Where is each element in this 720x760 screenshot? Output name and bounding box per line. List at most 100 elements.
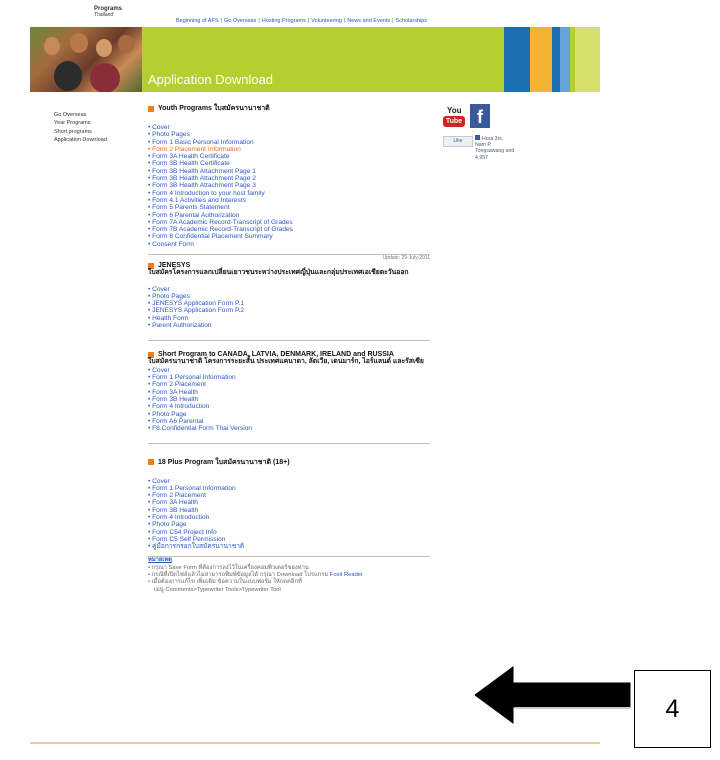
leftnav-year-programs[interactable]: Year Programs (54, 119, 107, 127)
leftnav-short-programs[interactable]: Short programs (54, 128, 107, 136)
form-link-item[interactable]: Form A6 Parental (148, 418, 430, 425)
form-link-item[interactable]: JENESYS Application Form P.2 (148, 307, 430, 314)
plus18-heading: 18 Plus Program ใบสมัครนานาชาติ (18+) (148, 457, 430, 468)
form-link-item[interactable]: Cover (148, 478, 430, 485)
note-line: • เมื่อต้องการแก้ไข เพิ่มเติม ข้อความในแ… (148, 579, 302, 586)
topnav-beginning[interactable]: Beginning of AFS (176, 18, 219, 24)
form-link-item[interactable]: Form C54 Project Info (148, 529, 430, 536)
form-link-item[interactable]: Form 3B Health Attachment Page 1 (148, 168, 430, 175)
footer-line (30, 742, 600, 744)
top-navigation: Beginning of AFS | Go Overseas | Hosting Pro… (176, 18, 427, 24)
form-link-item[interactable]: Form 3B Health (148, 507, 430, 514)
youtube-icon[interactable]: You Tube (443, 106, 467, 128)
plus18-forms-list: CoverForm 1 Personal InformationForm 2 P… (148, 478, 430, 551)
form-link-item[interactable]: Parent Authorization (148, 322, 430, 329)
orange-square-icon (148, 105, 154, 112)
afs-logo[interactable]: Programs Thailand (94, 6, 122, 18)
form-link-item[interactable]: Form 3B Health Attachment Page 3 (148, 182, 430, 189)
update-date: Update: 29-July-2011 (382, 255, 430, 262)
note-line: • กรุณา Save Form ที่ต้องการลงไว้ในเครื่… (148, 564, 309, 571)
orange-square-icon (148, 262, 154, 269)
facebook-like-button[interactable]: Like (443, 136, 473, 147)
topnav-news[interactable]: News and Events (347, 18, 390, 24)
jenesys-heading: JENESYS (148, 262, 430, 269)
form-link-item[interactable]: Cover (148, 286, 430, 293)
main-content: Youth Programs ใบสมัครนานาชาติ CoverPhot… (148, 103, 430, 594)
banner-stripe (575, 27, 600, 92)
leftnav-application-download[interactable]: Application Download (54, 136, 107, 144)
form-link-item[interactable]: Form 6 Parental Authorization (148, 212, 430, 219)
orange-square-icon (148, 351, 154, 358)
form-link-item[interactable]: F8 Confidential Form Thai Version (148, 425, 430, 432)
form-link-item[interactable]: Form 8 Confidential Placement Summary (148, 233, 430, 240)
form-link-item[interactable]: Form 3B Health (148, 396, 430, 403)
facebook-fans-text: Hora 3rs, Nam P. Tongsawang and 4,957 (475, 135, 515, 161)
form-link-item[interactable]: Form 4 Introduction (148, 403, 430, 410)
form-link-item[interactable]: Form 7A Academic Record-Transcript of Gr… (148, 219, 430, 226)
banner-stripe (560, 27, 570, 92)
youtube-you-text: You (447, 106, 462, 115)
plus18-title: 18 Plus Program ใบสมัครนานาชาติ (18+) (158, 458, 290, 466)
form-link-item[interactable]: Health Form (148, 315, 430, 322)
short-thai-title: ใบสมัครนานาชาติ โครงการระยะสั้น ประเทศแค… (148, 358, 424, 366)
note-save-form: กรุณา Save Form ที่ต้องการลงไว้ในเครื่อง… (151, 564, 309, 571)
form-link-item[interactable]: Photo Pages (148, 131, 430, 138)
form-link-item[interactable]: Form 4.1 Activities and Interests (148, 197, 430, 204)
form-link-item[interactable]: Form 5 Parents Statement (148, 204, 430, 211)
topnav-scholarships[interactable]: Scholarships (396, 18, 428, 24)
page-title: Application Download (148, 72, 274, 87)
form-link-item[interactable]: Form 1 Personal Information (148, 485, 430, 492)
form-link-item[interactable]: Form 3A Health (148, 499, 430, 506)
leftnav-go-overseas[interactable]: Go Overseas (54, 111, 107, 119)
jenesys-title: JENESYS (158, 262, 191, 270)
form-link-item[interactable]: คู่มือการกรอกใบสมัครนานาชาติ (148, 543, 430, 550)
left-navigation: Go Overseas Year Programs Short programs… (54, 111, 107, 144)
youth-programs-heading: Youth Programs ใบสมัครนานาชาติ (148, 103, 430, 114)
youth-title: Youth Programs ใบสมัครนานาชาติ (158, 105, 270, 112)
facebook-icon[interactable]: f (470, 104, 490, 128)
form-link-item[interactable]: Form 3B Health Certificate (148, 160, 430, 167)
jenesys-forms-list: CoverPhoto PagesJENESYS Application Form… (148, 286, 430, 330)
students-photo (30, 27, 142, 92)
form-link-item[interactable]: Form 2 Placement (148, 381, 430, 388)
form-link-item[interactable]: Consent Form (148, 241, 430, 248)
foxit-reader-link[interactable]: Foxit Reader (330, 572, 363, 578)
youtube-tube-text: Tube (443, 116, 465, 127)
form-link-item[interactable]: Form 4 Introduction to your host family (148, 190, 430, 197)
header-banner: Application Download (30, 27, 600, 92)
topnav-go-overseas[interactable]: Go Overseas (224, 18, 256, 24)
orange-square-icon (148, 459, 154, 465)
form-link-item[interactable]: Form 3A Health (148, 389, 430, 396)
banner-stripe (530, 27, 552, 92)
note-download: กรณีที่เปิดไฟล์แล้วไม่สามารถพิมพ์ข้อมูลไ… (151, 572, 329, 579)
form-link-item[interactable]: Form 3A Health Certificate (148, 153, 430, 160)
form-link-item[interactable]: Form 1 Basic Personal Information (148, 139, 430, 146)
callout-number-box: 4 (634, 670, 711, 748)
form-link-item[interactable]: Cover (148, 124, 430, 131)
left-arrow-icon (474, 665, 635, 730)
form-link-item[interactable]: Form 2 Placement (148, 492, 430, 499)
form-link-item[interactable]: Form 4 Introduction (148, 514, 430, 521)
form-link-item[interactable]: Form 7B Academic Record-Transcript of Gr… (148, 226, 430, 233)
arrow-shaft (515, 685, 628, 705)
note-edit: เมื่อต้องการแก้ไข เพิ่มเติม ข้อความในแบบ… (151, 579, 302, 586)
form-link-item[interactable]: Form 3B Health Attachment Page 2 (148, 175, 430, 182)
form-link-item[interactable]: Photo Page (148, 521, 430, 528)
form-link-item[interactable]: Form 1 Personal Information (148, 374, 430, 381)
facebook-mini-icon (475, 135, 480, 140)
form-link-item[interactable]: JENESYS Application Form P.1 (148, 300, 430, 307)
form-link-item[interactable]: Photo Pages (148, 293, 430, 300)
jenesys-thai-title: ใบสมัครโครงการแลกเปลี่ยนเยาวชนระหว่างประ… (148, 269, 409, 277)
notes-section: หมายเหตุ • กรุณา Save Form ที่ต้องการลงไ… (148, 557, 430, 593)
form-link-item[interactable]: Form 2 Placement Information (148, 146, 430, 153)
topnav-volunteering[interactable]: Volunteering (311, 18, 342, 24)
fans-text: Hora 3rs, Nam P. Tongsawang and 4,957 (475, 136, 515, 161)
note-menu-path: เมนู Comments>Typewriter Tools>Typewrite… (154, 586, 281, 593)
form-link-item[interactable]: Photo Page (148, 411, 430, 418)
short-forms-list: CoverForm 1 Personal InformationForm 2 P… (148, 367, 430, 433)
topnav-hosting[interactable]: Hosting Programs (262, 18, 306, 24)
logo-line2: Thailand (94, 12, 114, 18)
notes-heading: หมายเหตุ (148, 557, 172, 564)
youth-forms-list: CoverPhoto PagesForm 1 Basic Personal In… (148, 124, 430, 248)
form-link-item[interactable]: Cover (148, 367, 430, 374)
